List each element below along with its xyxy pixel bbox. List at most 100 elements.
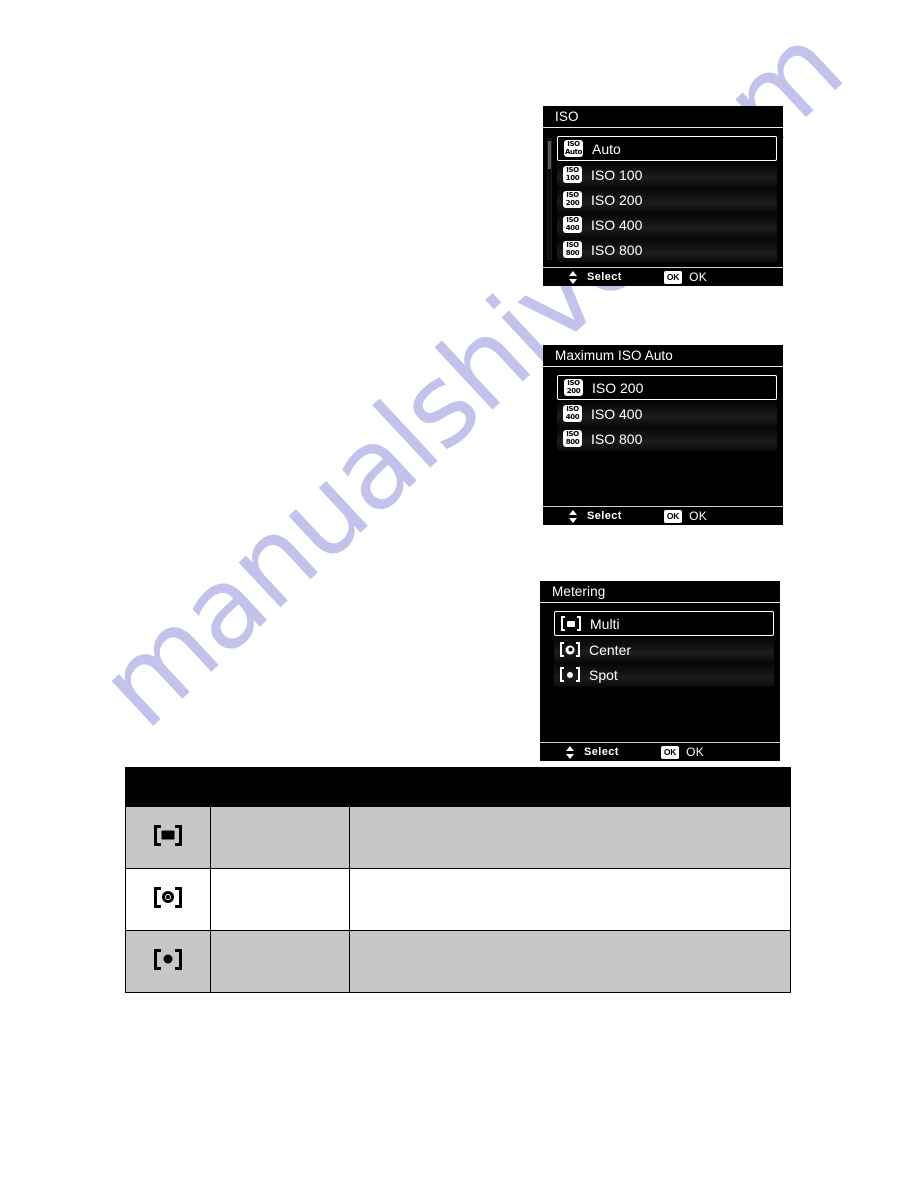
metering-option-multi-label: Multi [590,615,620,632]
iso-auto-icon: ISO Auto [564,140,583,157]
iso-800-icon-top: ISO [566,241,579,249]
metering-hint-select-label: Select [584,746,619,758]
table-row-description-cell [349,806,791,869]
table-header-icon [125,767,211,807]
max-iso-option-800[interactable]: ISO 800 ISO 800 [557,426,777,451]
iso-100-icon-top: ISO [566,166,579,174]
max-iso-menu-list: ISO 200 ISO 200 ISO 400 ISO 400 ISO 800 … [543,368,783,506]
iso-screen-hint-bar: Select OK OK [543,267,783,286]
table-row-description-cell [349,930,791,993]
table-row [125,868,791,931]
iso-400-icon-bottom: 400 [565,224,580,232]
iso-option-200-label: ISO 200 [591,191,643,208]
max-iso-hint-select-label: Select [587,510,622,522]
metering-option-spot[interactable]: Spot [554,662,774,687]
max-iso-screen-hint-bar: Select OK OK [543,506,783,525]
max-iso-400-icon-bottom: 400 [565,413,580,421]
iso-800-icon: ISO 800 [563,241,582,258]
iso-100-icon-bottom: 100 [565,174,580,182]
iso-auto-icon-bottom: Auto [565,148,582,156]
up-down-arrows-icon [566,745,575,759]
max-iso-screen-title-bar: Maximum ISO Auto [543,345,783,367]
metering-spot-icon [154,948,182,970]
iso-200-icon-bottom: 200 [565,199,580,207]
metering-screen-title: Metering [552,584,606,599]
table-row [125,930,791,993]
metering-menu-list: Multi Center Spot [540,604,780,742]
maximum-iso-auto-menu-screen: Maximum ISO Auto ISO 200 ISO 200 ISO 400… [543,345,783,525]
metering-description-table [125,767,791,993]
iso-400-icon-top: ISO [566,216,579,224]
max-iso-option-400[interactable]: ISO 400 ISO 400 [557,401,777,426]
iso-menu-screen: ISO ISO Auto Auto ISO 100 ISO 100 ISO 20… [543,106,783,286]
max-iso-option-200-label: ISO 200 [592,379,644,396]
ok-button-icon[interactable]: OK [660,745,680,759]
metering-option-center[interactable]: Center [554,637,774,662]
max-iso-200-icon-bottom: 200 [566,387,581,395]
iso-800-icon: ISO 800 [563,430,582,447]
max-iso-200-icon-top: ISO [567,379,580,387]
iso-option-800[interactable]: ISO 800 ISO 800 [557,237,777,262]
iso-hint-ok-label: OK [689,270,708,284]
metering-option-center-label: Center [589,641,632,658]
iso-400-icon: ISO 400 [563,216,582,233]
iso-option-100[interactable]: ISO 100 ISO 100 [557,162,777,187]
iso-option-400-label: ISO 400 [591,216,643,233]
table-header [125,767,791,807]
iso-200-icon: ISO 200 [563,191,582,208]
iso-screen-title: ISO [555,109,579,124]
metering-multi-icon [561,616,581,631]
iso-hint-select-label: Select [587,271,622,283]
iso-auto-icon-top: ISO [567,140,580,148]
up-down-arrows-icon [569,270,578,284]
table-header-mode [210,767,350,807]
table-body [125,806,791,993]
metering-screen-title-bar: Metering [540,581,780,603]
metering-multi-icon [154,824,182,846]
max-iso-400-icon-top: ISO [566,405,579,413]
iso-200-icon: ISO 200 [564,379,583,396]
table-row-icon-cell [125,868,211,931]
table-row-mode-cell [210,868,350,931]
metering-screen-hint-bar: Select OK OK [540,742,780,761]
iso-screen-title-bar: ISO [543,106,783,128]
table-header-row [125,767,791,807]
iso-list-scrollbar-thumb[interactable] [548,141,551,169]
iso-option-200[interactable]: ISO 200 ISO 200 [557,187,777,212]
iso-option-800-label: ISO 800 [591,241,643,258]
table-row-mode-cell [210,930,350,993]
table-row-description-cell [349,868,791,931]
max-iso-option-400-label: ISO 400 [591,405,643,422]
table-row-mode-cell [210,806,350,869]
iso-option-100-label: ISO 100 [591,166,643,183]
max-iso-800-icon-top: ISO [566,430,579,438]
metering-option-spot-label: Spot [589,666,618,683]
table-row-icon-cell [125,806,211,869]
max-iso-hint-ok-label: OK [689,509,708,523]
metering-hint-ok-label: OK [686,745,705,759]
max-iso-screen-title: Maximum ISO Auto [555,348,673,363]
iso-200-icon-top: ISO [566,191,579,199]
metering-menu-screen: Metering Multi Center Spot Select OK OK [540,581,780,761]
iso-option-auto-label: Auto [592,140,621,157]
ok-button-icon[interactable]: OK [663,270,683,284]
iso-400-icon: ISO 400 [563,405,582,422]
max-iso-800-icon-bottom: 800 [565,438,580,446]
metering-spot-icon [560,667,580,682]
iso-option-auto[interactable]: ISO Auto Auto [557,136,777,161]
iso-menu-list: ISO Auto Auto ISO 100 ISO 100 ISO 200 IS… [543,129,783,267]
iso-800-icon-bottom: 800 [565,249,580,257]
iso-list-scrollbar[interactable] [547,138,552,260]
iso-100-icon: ISO 100 [563,166,582,183]
metering-center-icon [560,642,580,657]
iso-option-400[interactable]: ISO 400 ISO 400 [557,212,777,237]
max-iso-option-200[interactable]: ISO 200 ISO 200 [557,375,777,400]
metering-center-icon [154,886,182,908]
table-row [125,806,791,869]
ok-button-icon[interactable]: OK [663,509,683,523]
max-iso-option-800-label: ISO 800 [591,430,643,447]
up-down-arrows-icon [569,509,578,523]
metering-option-multi[interactable]: Multi [554,611,774,636]
table-header-description [349,767,791,807]
table-row-icon-cell [125,930,211,993]
